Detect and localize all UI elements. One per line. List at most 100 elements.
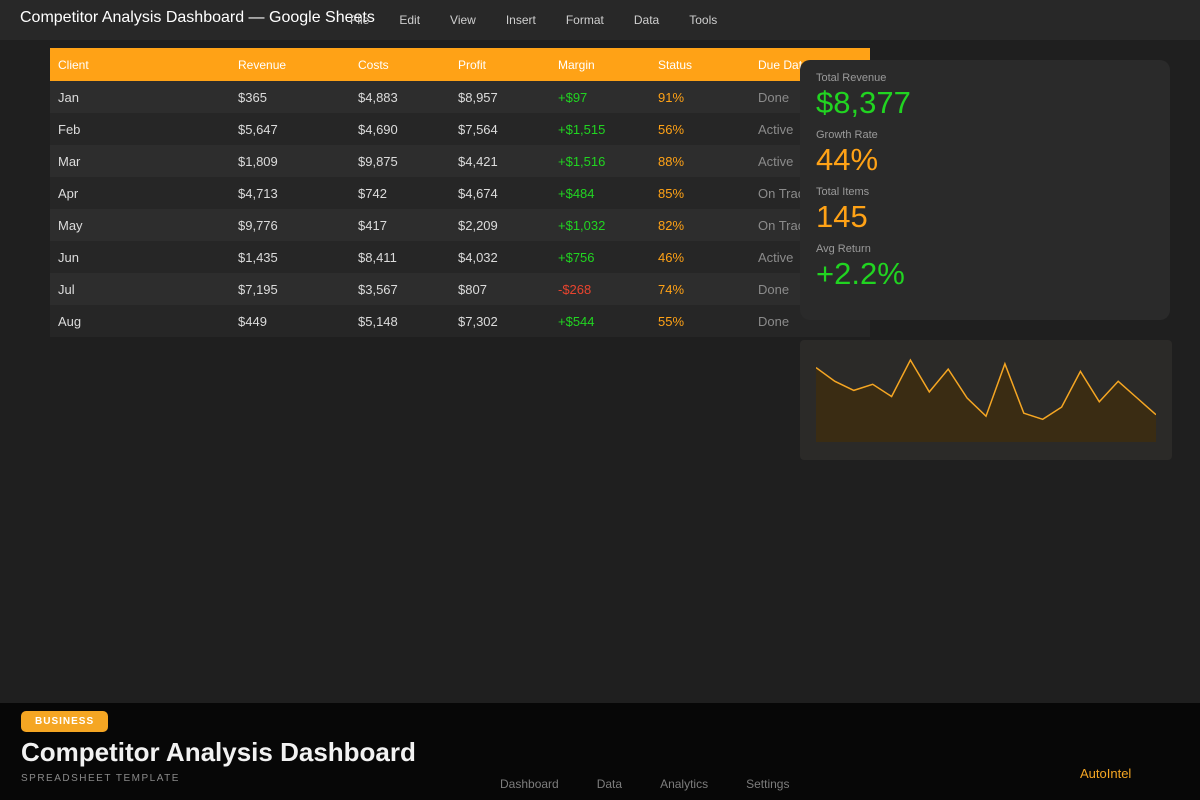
stat-label: Avg Return (816, 243, 871, 256)
cell-costs: $9,875 (358, 153, 398, 169)
menu-format[interactable]: Format (566, 13, 604, 27)
stat-value: 44% (816, 142, 879, 178)
column-header-revenue: Revenue (230, 48, 350, 81)
cell-margin: +$1,516 (558, 153, 606, 169)
cell-client: Mar (58, 153, 81, 169)
table-row[interactable]: Aug $449 $5,148 $7,302 +$544 55% Done (50, 305, 870, 337)
menu-edit[interactable]: Edit (399, 13, 420, 27)
cell-profit: $8,957 (458, 89, 498, 105)
column-header-costs: Costs (350, 48, 450, 81)
column-header-profit: Profit (450, 48, 550, 81)
cell-profit: $7,302 (458, 313, 498, 329)
footer-nav: Dashboard Data Analytics Settings (500, 777, 789, 791)
stats-card: Total Revenue $8,377 Growth Rate 44% Total I… (800, 60, 1170, 320)
cell-status: 46% (658, 249, 685, 265)
cell-margin: +$756 (558, 249, 595, 265)
cell-status: 56% (658, 121, 685, 137)
column-header-margin: Margin (550, 48, 650, 81)
cell-costs: $8,411 (358, 249, 397, 265)
data-table: Client Revenue Costs Profit Margin Status Due … (50, 48, 870, 337)
table-row[interactable]: Jan $365 $4,883 $8,957 +$97 91% Done (50, 81, 870, 113)
cell-status: 74% (658, 281, 685, 297)
stat-avg-return: Avg Return +2.2% (816, 243, 1154, 291)
table-body: Jan $365 $4,883 $8,957 +$97 91% Done Feb $5,647 $… (50, 81, 870, 337)
menu-insert[interactable]: Insert (506, 13, 536, 27)
cell-client: Jan (58, 89, 79, 105)
cell-revenue: $9,776 (238, 217, 278, 233)
cell-costs: $4,883 (358, 89, 398, 105)
stat-total-items: Total Items 145 (816, 186, 1154, 234)
table-header-row: Client Revenue Costs Profit Margin Status Due … (50, 48, 870, 81)
cell-revenue: $4,713 (238, 185, 278, 201)
footer-nav-dashboard[interactable]: Dashboard (500, 777, 559, 791)
cell-margin: +$97 (558, 89, 588, 105)
footer-title: Competitor Analysis Dashboard (21, 737, 416, 767)
column-header-status: Status (650, 48, 750, 81)
table-row[interactable]: Jun $1,435 $8,411 $4,032 +$756 46% Active (50, 241, 870, 273)
stat-label: Growth Rate (816, 129, 878, 142)
brand-link[interactable]: AutoIntel (1080, 766, 1131, 781)
cell-status: 55% (658, 313, 685, 329)
cell-client: Apr (58, 185, 79, 201)
menu-file[interactable]: File (350, 13, 369, 27)
stat-value: $8,377 (816, 85, 911, 120)
cell-profit: $4,032 (458, 249, 498, 265)
sparkline-chart (800, 340, 1172, 460)
cell-costs: $3,567 (358, 281, 398, 297)
cell-status: 91% (658, 89, 685, 105)
cell-margin: +$484 (558, 185, 595, 201)
cell-revenue: $5,647 (238, 121, 278, 137)
footer-nav-data[interactable]: Data (597, 777, 622, 791)
cell-profit: $807 (458, 281, 487, 297)
cell-client: Jun (58, 249, 79, 265)
cell-margin: +$544 (558, 313, 595, 329)
stat-total-revenue: Total Revenue $8,377 (816, 72, 1154, 120)
cell-costs: $417 (358, 217, 387, 233)
stat-growth-rate: Growth Rate 44% (816, 129, 1154, 177)
cell-revenue: $365 (238, 89, 267, 105)
cell-revenue: $449 (238, 313, 267, 329)
cell-profit: $4,421 (458, 153, 498, 169)
stat-value: +2.2% (816, 256, 905, 292)
column-header-client: Client (50, 48, 230, 81)
footer-nav-analytics[interactable]: Analytics (660, 777, 708, 791)
stat-label: Total Items (816, 186, 870, 199)
table-row[interactable]: May $9,776 $417 $2,209 +$1,032 82% On Track (50, 209, 870, 241)
menu-data[interactable]: Data (634, 13, 659, 27)
table-row[interactable]: Mar $1,809 $9,875 $4,421 +$1,516 88% Active (50, 145, 870, 177)
sparkline-svg (816, 358, 1156, 442)
table-row[interactable]: Feb $5,647 $4,690 $7,564 +$1,515 56% Active (50, 113, 870, 145)
cell-client: Feb (58, 121, 81, 137)
footer: BUSINESS Competitor Analysis Dashboard S… (0, 703, 1200, 800)
cell-margin: -$268 (558, 281, 592, 297)
menu-tools[interactable]: Tools (689, 13, 717, 27)
cell-margin: +$1,515 (558, 121, 606, 137)
menu-bar: File Edit View Insert Format Data Tools (350, 0, 717, 40)
cell-profit: $4,674 (458, 185, 498, 201)
table-row[interactable]: Apr $4,713 $742 $4,674 +$484 85% On Track (50, 177, 870, 209)
stat-label: Total Revenue (816, 72, 887, 84)
cell-costs: $4,690 (358, 121, 398, 137)
cell-client: Aug (58, 313, 82, 329)
cell-revenue: $1,435 (238, 249, 278, 265)
app-title: Competitor Analysis Dashboard — Google S… (20, 9, 375, 26)
footer-subtitle: SPREADSHEET TEMPLATE (21, 773, 180, 784)
cell-costs: $5,148 (358, 313, 398, 329)
cell-profit: $2,209 (458, 217, 498, 233)
cell-client: May (58, 217, 83, 233)
category-badge: BUSINESS (21, 711, 109, 732)
table-row[interactable]: Jul $7,195 $3,567 $807 -$268 74% Done (50, 273, 870, 305)
cell-status: 85% (658, 185, 685, 201)
cell-revenue: $7,195 (238, 281, 278, 297)
cell-revenue: $1,809 (238, 153, 278, 169)
topbar: Competitor Analysis Dashboard — Google S… (0, 0, 1200, 40)
footer-nav-settings[interactable]: Settings (746, 777, 789, 791)
cell-status: 88% (658, 153, 685, 169)
cell-profit: $7,564 (458, 121, 498, 137)
cell-client: Jul (58, 281, 75, 297)
cell-costs: $742 (358, 185, 387, 201)
stat-value: 145 (816, 199, 868, 235)
sparkline-area (816, 360, 1156, 442)
cell-margin: +$1,032 (558, 217, 606, 233)
menu-view[interactable]: View (450, 13, 476, 27)
